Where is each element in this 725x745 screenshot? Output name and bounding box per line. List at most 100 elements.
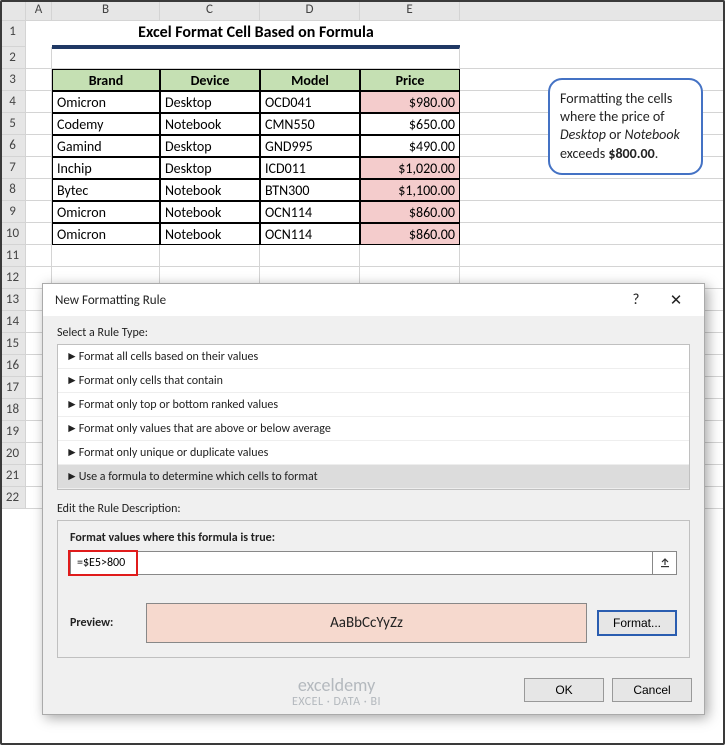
cell-device[interactable]: Notebook	[160, 223, 260, 245]
row-header[interactable]: 13	[0, 289, 26, 311]
cell-device[interactable]: Desktop	[160, 135, 260, 157]
cell-model[interactable]: OCN114	[260, 201, 360, 223]
rule-type-item[interactable]: ► Format only values that are above or b…	[58, 417, 689, 441]
row-header[interactable]: 19	[0, 421, 26, 443]
row-header[interactable]: 17	[0, 377, 26, 399]
row-header[interactable]: 5	[0, 113, 26, 135]
row-header[interactable]: 11	[0, 245, 26, 267]
cell-price[interactable]: $1,020.00	[360, 157, 460, 179]
table-header-price[interactable]: Price	[360, 69, 460, 91]
cell[interactable]	[460, 245, 725, 267]
cell[interactable]	[26, 179, 52, 201]
dialog-titlebar[interactable]: New Formatting Rule ? ✕	[43, 284, 704, 316]
cell-price[interactable]: $490.00	[360, 135, 460, 157]
ok-button[interactable]: OK	[524, 678, 604, 702]
cell[interactable]	[26, 135, 52, 157]
row-header[interactable]: 20	[0, 443, 26, 465]
cell[interactable]	[26, 21, 52, 43]
cell[interactable]	[26, 201, 52, 223]
cell[interactable]	[52, 245, 160, 267]
row-header[interactable]: 12	[0, 267, 26, 289]
collapse-dialog-icon[interactable]	[652, 552, 676, 574]
col-header-C[interactable]: C	[160, 0, 260, 20]
select-all-corner[interactable]	[0, 0, 26, 20]
row-header[interactable]: 16	[0, 355, 26, 377]
formula-input[interactable]	[71, 552, 652, 574]
cell-device[interactable]: Notebook	[160, 201, 260, 223]
table-header-model[interactable]: Model	[260, 69, 360, 91]
cell-model[interactable]: OCN114	[260, 223, 360, 245]
watermark: exceldemy EXCEL · DATA · BI	[292, 676, 381, 709]
cell[interactable]	[460, 47, 725, 69]
cancel-button[interactable]: Cancel	[612, 678, 692, 702]
cell-brand[interactable]: Omicron	[52, 223, 160, 245]
row-header[interactable]: 3	[0, 69, 26, 91]
row-header[interactable]: 8	[0, 179, 26, 201]
cell[interactable]	[460, 179, 725, 201]
col-header-B[interactable]: B	[52, 0, 160, 20]
col-header-A[interactable]: A	[26, 0, 52, 20]
cell-price[interactable]: $980.00	[360, 91, 460, 113]
cell-brand[interactable]: Omicron	[52, 91, 160, 113]
cell[interactable]	[26, 47, 52, 69]
cell-model[interactable]: ICD011	[260, 157, 360, 179]
cell[interactable]	[26, 91, 52, 113]
cell[interactable]	[26, 223, 52, 245]
cell-brand[interactable]: Codemy	[52, 113, 160, 135]
format-button[interactable]: Format...	[597, 610, 677, 636]
cell-price[interactable]: $650.00	[360, 113, 460, 135]
table-header-device[interactable]: Device	[160, 69, 260, 91]
col-header-rest	[460, 0, 725, 20]
row-header[interactable]: 21	[0, 465, 26, 487]
cell-price[interactable]: $860.00	[360, 201, 460, 223]
cell-device[interactable]: Notebook	[160, 179, 260, 201]
row-header[interactable]: 4	[0, 91, 26, 113]
cell-price[interactable]: $1,100.00	[360, 179, 460, 201]
cell-model[interactable]: BTN300	[260, 179, 360, 201]
cell[interactable]	[26, 69, 52, 91]
row-header[interactable]: 22	[0, 487, 26, 509]
cell-device[interactable]: Desktop	[160, 91, 260, 113]
cell-model[interactable]: CMN550	[260, 113, 360, 135]
cell[interactable]	[360, 245, 460, 267]
cell-brand[interactable]: Gamind	[52, 135, 160, 157]
col-header-E[interactable]: E	[360, 0, 460, 20]
table-header-brand[interactable]: Brand	[52, 69, 160, 91]
cell[interactable]	[52, 47, 460, 69]
row-header[interactable]: 7	[0, 157, 26, 179]
col-header-D[interactable]: D	[260, 0, 360, 20]
sheet-title[interactable]: Excel Format Cell Based on Formula	[52, 21, 460, 47]
cell[interactable]	[160, 245, 260, 267]
cell-model[interactable]: OCD041	[260, 91, 360, 113]
row-header[interactable]: 10	[0, 223, 26, 245]
rule-type-item[interactable]: ► Format all cells based on their values	[58, 345, 689, 369]
row-header[interactable]: 14	[0, 311, 26, 333]
cell-brand[interactable]: Bytec	[52, 179, 160, 201]
rule-type-item[interactable]: ► Format only cells that contain	[58, 369, 689, 393]
row-header[interactable]: 1	[0, 21, 26, 47]
cell[interactable]	[460, 201, 725, 223]
close-button[interactable]: ✕	[656, 291, 696, 310]
rule-type-item[interactable]: ► Format only unique or duplicate values	[58, 441, 689, 465]
cell-device[interactable]: Desktop	[160, 157, 260, 179]
cell[interactable]	[26, 245, 52, 267]
rule-type-item[interactable]: ► Use a formula to determine which cells…	[58, 465, 689, 489]
cell-model[interactable]: GND995	[260, 135, 360, 157]
cell[interactable]	[26, 157, 52, 179]
rule-type-item[interactable]: ► Format only top or bottom ranked value…	[58, 393, 689, 417]
row-header[interactable]: 18	[0, 399, 26, 421]
rule-type-list[interactable]: ► Format all cells based on their values…	[57, 344, 690, 490]
row-header[interactable]: 2	[0, 47, 26, 69]
cell-device[interactable]: Notebook	[160, 113, 260, 135]
cell[interactable]	[460, 21, 725, 43]
row-header[interactable]: 6	[0, 135, 26, 157]
row-header[interactable]: 9	[0, 201, 26, 223]
cell-brand[interactable]: Inchip	[52, 157, 160, 179]
cell-brand[interactable]: Omicron	[52, 201, 160, 223]
help-button[interactable]: ?	[616, 291, 656, 309]
cell[interactable]	[460, 223, 725, 245]
cell-price[interactable]: $860.00	[360, 223, 460, 245]
cell[interactable]	[26, 113, 52, 135]
cell[interactable]	[260, 245, 360, 267]
row-header[interactable]: 15	[0, 333, 26, 355]
